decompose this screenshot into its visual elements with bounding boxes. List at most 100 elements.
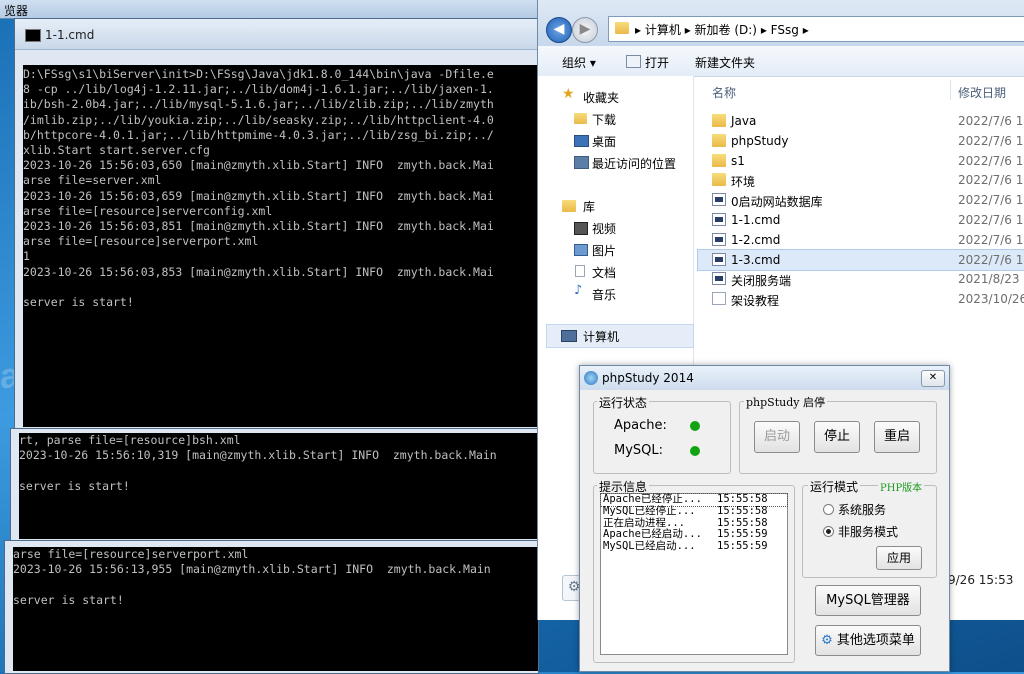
folder-icon [615,22,629,34]
file-row[interactable]: 架设教程 2023/10/26 [698,289,1024,309]
back-button[interactable]: ◀ [546,17,572,43]
mysql-manager-button[interactable]: MySQL管理器 [815,585,921,616]
console-titlebar[interactable]: 1-1.cmd [15,19,538,50]
folder-icon [712,114,726,127]
log-message: MySQL已经启动... [603,540,696,553]
file-date: 2021/8/23 1 [958,272,1024,287]
phpstudy-titlebar[interactable]: phpStudy 2014 ✕ [580,366,949,390]
nav-item-music[interactable]: 音乐 [592,286,616,303]
close-button[interactable]: ✕ [921,370,945,387]
console-window-3[interactable]: arse file=[resource]serverport.xml 2023-1… [4,540,539,674]
address-box[interactable]: ▸ 计算机 ▸ 新加卷 (D:) ▸ FSsg ▸ [608,16,1024,42]
breadcrumb-item[interactable]: 新加卷 (D:) [695,23,757,37]
file-name: s1 [731,153,745,168]
console-line: 2023-10-26 15:56:03,650 [main@zmyth.xlib… [23,158,494,173]
log-list[interactable]: Apache已经停止... 15:55:58 MySQL已经停止... 15:55:5… [600,493,788,655]
command-bar: 组织 ▾ 打开 新建文件夹 [538,46,1024,77]
apache-label: Apache: [614,418,667,433]
new-folder-button[interactable]: 新建文件夹 [695,54,755,71]
console-line: D:\FSsg\s1\biServer\init>D:\FSsg\Java\jd… [23,67,494,81]
forward-button[interactable]: ▶ [572,17,598,43]
nav-favorites[interactable]: 收藏夹 [583,89,619,106]
document-icon [712,292,726,306]
file-row[interactable]: 1-3.cmd 2022/7/6 14 [697,248,1024,271]
php-version-link[interactable]: PHP版本 [878,479,925,494]
file-row[interactable]: 1-2.cmd 2022/7/6 14 [698,230,1024,250]
nav-item-documents[interactable]: 文档 [592,264,616,281]
console-line: 1 [23,249,30,264]
file-date: 2022/7/6 14 [958,193,1024,208]
nav-library[interactable]: 库 [583,198,595,215]
document-icon [575,265,585,277]
file-row[interactable]: 0启动网站数据库 2022/7/6 14 [698,190,1024,210]
status-group-label: 运行状态 [597,394,650,411]
console-line: b/httpcore-4.0.1.jar;../lib/httpmime-4.0… [23,127,494,142]
console-line: 2023-10-26 15:56:03,853 [main@zmyth.xlib… [23,264,494,279]
cmd-file-icon [712,252,726,266]
nav-item-desktop[interactable]: 桌面 [592,133,616,150]
file-name: 1-1.cmd [731,213,781,227]
file-row[interactable]: phpStudy 2022/7/6 14 [698,131,1024,151]
phpstudy-logo-icon [584,371,598,385]
file-date: 2022/7/6 14 [958,153,1024,168]
status-group [593,401,731,474]
nav-item-pictures[interactable]: 图片 [592,242,616,259]
control-group-label: phpStudy 启停 [744,394,827,410]
star-icon: ★ [562,86,575,102]
cmd-file-icon [712,232,726,246]
console-line: arse file=[resource]serverport.xml [23,234,259,249]
radio-system-service-label: 系统服务 [838,503,887,517]
file-name: Java [731,114,757,128]
nav-item-recent[interactable]: 最近访问的位置 [592,155,676,172]
cmd-file-icon [712,193,726,207]
organize-button[interactable]: 组织 ▾ [562,54,596,71]
radio-non-service[interactable] [823,526,834,537]
open-button[interactable]: 打开 [645,54,669,71]
file-row[interactable]: 关闭服务端 2021/8/23 1 [698,269,1024,289]
download-icon [574,113,587,124]
stop-button[interactable]: 停止 [814,421,860,453]
column-header-modified[interactable]: 修改日期 [958,84,1006,101]
console-line: 8 -cp ../lib/log4j-1.2.11.jar;../lib/dom… [23,82,494,97]
radio-system-service[interactable] [823,504,834,515]
log-entry[interactable]: MySQL已经停止... 15:55:58 [601,505,787,518]
file-name: 架设教程 [731,294,780,309]
start-button[interactable]: 启动 [754,421,800,453]
apply-button[interactable]: 应用 [876,546,922,570]
breadcrumb-separator: ▸ [802,23,809,37]
breadcrumb-separator: ▸ [684,23,695,37]
more-options-button[interactable]: ⚙ 其他选项菜单 [815,625,921,656]
file-row[interactable]: Java 2022/7/6 14 [698,111,1024,131]
breadcrumb-separator: ▸ [760,23,771,37]
file-name: phpStudy [731,133,789,148]
background-window-title: 览器 [0,0,540,19]
breadcrumb-item[interactable]: 计算机 [645,23,681,37]
log-entry[interactable]: MySQL已经启动... 15:55:59 [601,540,787,553]
file-row[interactable]: 1-1.cmd 2022/7/6 14 [698,210,1024,230]
nav-item-downloads[interactable]: 下载 [592,111,616,128]
desktop-icon [574,135,589,147]
cmd-file-icon [712,213,726,226]
nav-computer-row[interactable]: 计算机 [546,324,694,348]
mode-group-label: 运行模式 [808,478,861,495]
console-line: rt, parse file=[resource]bsh.xml [19,433,241,447]
console-line: server is start! [13,592,124,607]
file-row[interactable]: 环境 2022/7/6 14 [698,170,1024,190]
restart-button[interactable]: 重启 [874,421,920,453]
nav-item-video[interactable]: 视频 [592,220,616,237]
console-line: /imlib.zip;../lib/youkia.zip;../lib/seas… [23,112,494,127]
console-line: 2023-10-26 15:56:03,659 [main@zmyth.xlib… [23,188,494,203]
status-time: 9/26 15:53 [948,573,1014,587]
file-date: 2022/7/6 14 [958,173,1024,188]
console-window-2[interactable]: rt, parse file=[resource]bsh.xml 2023-10-… [10,428,539,542]
console-line: xlib.Start start.server.cfg [23,143,210,158]
column-header-name[interactable]: 名称 [712,84,736,101]
file-date: 2022/7/6 14 [958,252,1024,267]
file-date: 2022/7/6 14 [958,114,1024,128]
console-line: arse file=[resource]serverport.xml [13,547,249,561]
file-row[interactable]: s1 2022/7/6 14 [698,151,1024,171]
console-window-1[interactable]: 1-1.cmd D:\FSsg\s1\biServer\init>D:\FSsg… [14,18,539,430]
open-icon [626,55,641,68]
console-output-3: arse file=[resource]serverport.xml 2023-1… [13,547,538,671]
breadcrumb-item[interactable]: FSsg [771,23,799,37]
